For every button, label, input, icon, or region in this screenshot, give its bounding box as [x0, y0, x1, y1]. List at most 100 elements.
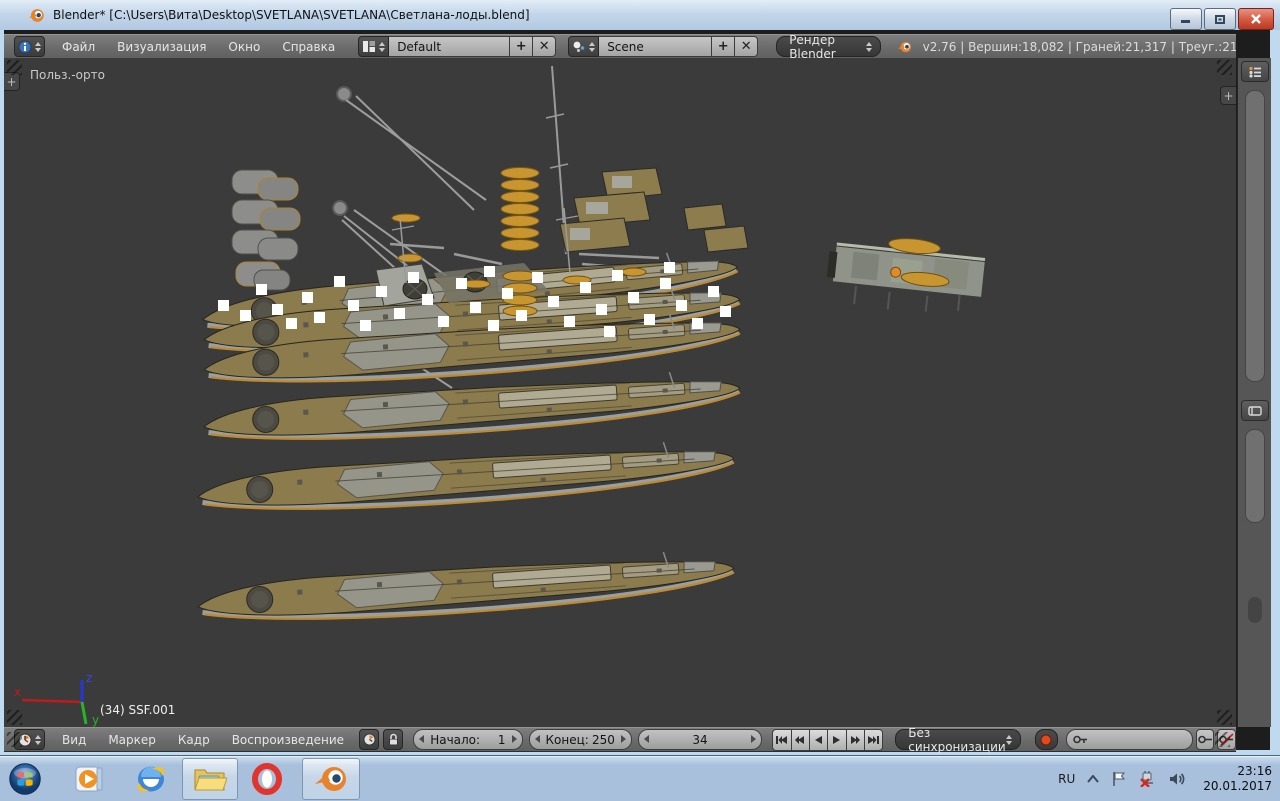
play-button[interactable] — [827, 728, 847, 751]
windows-taskbar: RU 23:16 20.01.2017 — [0, 755, 1280, 801]
scene-selector: Scene + ✕ — [568, 36, 759, 57]
taskbar-media-player-icon[interactable] — [72, 762, 106, 796]
menu-marker[interactable]: Маркер — [101, 733, 163, 747]
area-resize-grip[interactable] — [7, 710, 22, 725]
volume-icon[interactable] — [1169, 771, 1187, 787]
frame-end-field[interactable]: Конец: 250 — [528, 729, 632, 750]
auto-keyframe-record-button[interactable] — [1034, 729, 1058, 750]
layout-add-button[interactable]: + — [510, 36, 534, 57]
ship-model-lod5[interactable] — [197, 547, 736, 630]
menu-render[interactable]: Визуализация — [110, 40, 213, 54]
blender-logo-icon — [897, 41, 912, 52]
scene-icon — [573, 41, 585, 52]
current-frame-value: 34 — [692, 732, 708, 747]
scene-name-field[interactable]: Scene — [599, 36, 713, 57]
outliner-scrollbar[interactable] — [1245, 90, 1265, 382]
menu-window[interactable]: Окно — [221, 40, 267, 54]
show-hidden-icons-arrow[interactable] — [1087, 774, 1100, 783]
menu-frame[interactable]: Кадр — [171, 733, 217, 747]
info-icon — [18, 40, 32, 53]
frame-start-label: Начало: — [430, 732, 481, 747]
viewport-3d[interactable]: Польз.-орто + + x z y (34) SSF.001 — [4, 58, 1236, 727]
exploded-funnel-parts[interactable] — [231, 169, 301, 291]
folder-icon — [194, 769, 227, 791]
blender-app-icon — [28, 8, 44, 22]
decrement-arrow[interactable] — [534, 735, 540, 743]
outliner-icon — [1249, 66, 1261, 78]
menu-help[interactable]: Справка — [275, 40, 342, 54]
area-resize-grip[interactable] — [7, 60, 22, 75]
area-resize-grip[interactable] — [1217, 60, 1232, 75]
frame-start-field[interactable]: Начало: 1 — [413, 729, 523, 750]
restore-button[interactable] — [1204, 8, 1236, 30]
taskbar-clock[interactable]: 23:16 20.01.2017 — [1203, 764, 1272, 794]
screen-layout-name: Default — [397, 39, 442, 54]
keying-set-field[interactable] — [1065, 729, 1193, 750]
scene-delete-button[interactable]: ✕ — [735, 36, 759, 57]
insert-keyframe-button[interactable] — [1195, 729, 1215, 750]
exploded-deck-sections[interactable] — [559, 167, 749, 253]
screen-layout-name-field[interactable]: Default — [389, 36, 511, 57]
render-engine-dropdown[interactable]: Рендер Blender — [776, 33, 882, 61]
properties-strip — [1237, 397, 1271, 727]
action-center-flag-icon[interactable] — [1111, 771, 1127, 787]
key-icon — [1072, 735, 1087, 744]
collapsed-panel-handle[interactable] — [1248, 597, 1262, 623]
next-keyframe-icon — [851, 735, 861, 744]
close-button[interactable] — [1238, 8, 1274, 30]
menu-view[interactable]: Вид — [55, 733, 93, 747]
area-resize-grip[interactable] — [7, 732, 22, 747]
taskbar-blender-button[interactable] — [302, 758, 360, 800]
scene-canvas[interactable] — [4, 58, 1236, 727]
next-keyframe-button[interactable] — [845, 728, 865, 751]
layout-delete-button[interactable]: ✕ — [533, 36, 557, 57]
floating-superstructure-module[interactable] — [824, 230, 987, 319]
minimize-button[interactable] — [1170, 8, 1202, 30]
screen-layout-icon-button[interactable] — [358, 36, 390, 57]
jump-to-end-button[interactable] — [863, 728, 884, 751]
menu-file[interactable]: Файл — [55, 40, 102, 54]
restore-icon — [1215, 14, 1225, 24]
area-resize-grip[interactable] — [1215, 732, 1230, 747]
current-frame-field[interactable]: 34 — [637, 729, 763, 750]
play-reverse-icon — [815, 735, 823, 744]
menu-playback[interactable]: Воспроизведение — [225, 733, 351, 747]
jump-to-start-button[interactable] — [772, 728, 792, 751]
sync-mode-dropdown[interactable]: Без синхронизации — [895, 726, 1021, 754]
decrement-arrow[interactable] — [419, 735, 425, 743]
increment-arrow[interactable] — [751, 735, 757, 743]
scene-icon-button[interactable] — [568, 36, 600, 57]
preview-range-clock-toggle[interactable] — [359, 729, 380, 750]
editor-type-button-info[interactable] — [14, 36, 45, 57]
increment-arrow[interactable] — [620, 735, 626, 743]
internet-explorer-icon — [137, 766, 165, 792]
start-button[interactable] — [8, 762, 42, 796]
taskbar-internet-explorer-icon[interactable] — [134, 762, 168, 796]
jump-end-icon — [868, 735, 880, 744]
editor-type-button-outliner[interactable] — [1241, 61, 1269, 82]
language-indicator[interactable]: RU — [1058, 772, 1075, 786]
play-reverse-button[interactable] — [808, 728, 829, 751]
previous-keyframe-button[interactable] — [790, 728, 810, 751]
axis-x-label: x — [14, 685, 21, 699]
network-disconnected-icon[interactable] — [1139, 770, 1157, 787]
close-icon — [1251, 13, 1261, 24]
properties-icon — [1248, 405, 1262, 416]
ship-model-lod4[interactable] — [197, 437, 736, 520]
taskbar-opera-icon[interactable] — [250, 762, 284, 796]
scene-add-button[interactable]: + — [712, 36, 736, 57]
window-titlebar[interactable]: Blender* [C:\Users\Вита\Desktop\SVETLANA… — [0, 0, 1280, 31]
taskbar-explorer-button[interactable] — [182, 758, 238, 800]
frame-start-value: 1 — [497, 732, 506, 747]
lock-time-toggle[interactable] — [383, 729, 404, 750]
exploded-lifeboats[interactable] — [391, 167, 540, 263]
jump-start-icon — [776, 735, 788, 744]
area-resize-grip[interactable] — [1217, 710, 1232, 725]
clock-date: 20.01.2017 — [1203, 778, 1272, 793]
editor-type-button-properties[interactable] — [1241, 400, 1269, 421]
lock-icon — [388, 733, 398, 746]
frame-end-value: 250 — [591, 732, 615, 747]
increment-arrow[interactable] — [511, 735, 517, 743]
decrement-arrow[interactable] — [643, 735, 649, 743]
properties-scrollbar[interactable] — [1245, 429, 1265, 523]
